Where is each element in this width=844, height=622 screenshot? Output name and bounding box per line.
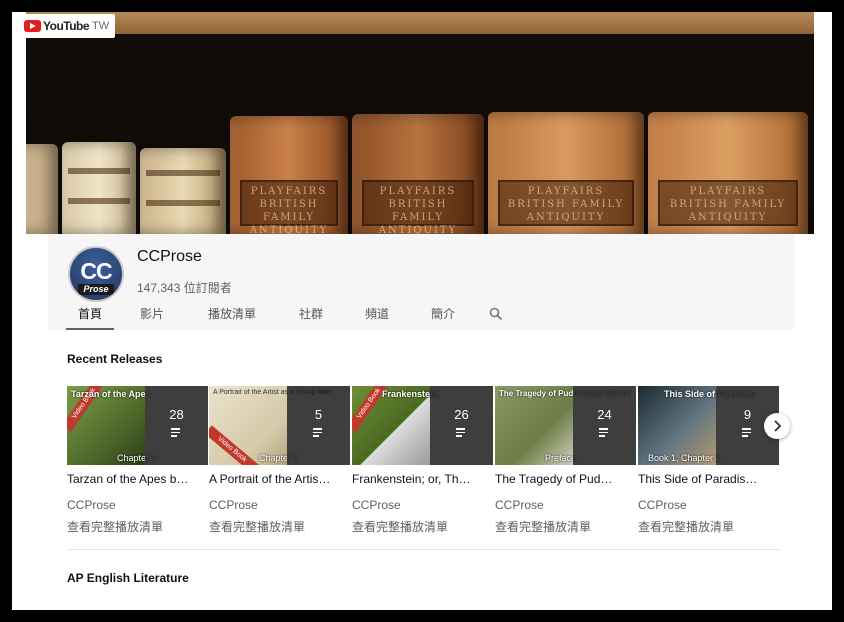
playlist-title[interactable]: A Portrait of the Artis… xyxy=(209,472,333,486)
playlist-card[interactable]: Video Book A Portrait of the Artist as a… xyxy=(209,386,350,535)
tab-about[interactable]: 簡介 xyxy=(431,302,455,330)
section-divider xyxy=(67,549,781,550)
banner-book xyxy=(62,142,136,234)
playlist-card[interactable]: Video Book Frankenstein 26 Frankenstein;… xyxy=(352,386,493,535)
banner-book-label: PLAYFAIRS BRITISH FAMILY ANTIQUITY xyxy=(498,180,634,226)
playlist-overlay: 28 xyxy=(145,386,208,465)
banner-book-label: PLAYFAIRS BRITISH FAMILY ANTIQUITY xyxy=(240,180,338,234)
playlist-title[interactable]: Frankenstein; or, The … xyxy=(352,472,476,486)
view-full-playlist-link[interactable]: 查看完整播放清單 xyxy=(209,518,350,535)
playlist-overlay: 24 xyxy=(573,386,636,465)
playlist-overlay: 5 xyxy=(287,386,350,465)
banner-book xyxy=(26,144,58,234)
avatar-logo-text: CC xyxy=(80,258,112,284)
playlist-thumbnail[interactable]: Video Book Tarzan of the Apes Chapter 1 … xyxy=(67,386,208,465)
banner-book: PLAYFAIRS BRITISH FAMILY ANTIQUITY xyxy=(648,112,808,234)
youtube-wordmark: YouTube xyxy=(43,19,90,33)
playlist-card[interactable]: Video Book Tarzan of the Apes Chapter 1 … xyxy=(67,386,208,535)
playlist-icon xyxy=(599,428,610,437)
tab-playlists[interactable]: 播放清單 xyxy=(208,302,256,330)
playlist-title[interactable]: This Side of Paradise… xyxy=(638,472,762,486)
video-count: 5 xyxy=(314,407,323,422)
playlist-thumbnail[interactable]: Video Book Frankenstein 26 xyxy=(352,386,493,465)
playlist-card[interactable]: The Tragedy of Pudd'nhead Wilson Preface… xyxy=(495,386,636,535)
playlist-channel[interactable]: CCProse xyxy=(352,498,493,512)
avatar[interactable]: CC Prose xyxy=(68,246,124,302)
playlist-card[interactable]: This Side of Paradise Book 1, Chapter 1 … xyxy=(638,386,779,535)
search-icon[interactable] xyxy=(489,302,517,330)
playlist-icon xyxy=(456,428,467,437)
playlist-overlay: 26 xyxy=(430,386,493,465)
section-title[interactable]: Recent Releases xyxy=(67,352,162,366)
playlist-icon xyxy=(171,428,182,437)
view-full-playlist-link[interactable]: 查看完整播放清單 xyxy=(352,518,493,535)
playlist-channel[interactable]: CCProse xyxy=(495,498,636,512)
view-full-playlist-link[interactable]: 查看完整播放清單 xyxy=(67,518,208,535)
avatar-logo-subtext: Prose xyxy=(78,284,114,295)
tab-channels[interactable]: 頻道 xyxy=(365,302,389,330)
video-count: 24 xyxy=(597,407,612,422)
playlist-channel[interactable]: CCProse xyxy=(209,498,350,512)
subscriber-count: 147,343 位訂閱者 xyxy=(137,281,232,295)
channel-tabs: 首頁 影片 播放清單 社群 頻道 簡介 xyxy=(66,302,517,330)
playlist-thumbnail[interactable]: Video Book A Portrait of the Artist as a… xyxy=(209,386,350,465)
section-title[interactable]: AP English Literature xyxy=(67,571,189,585)
thumbnail-caption: Preface xyxy=(545,453,577,463)
channel-header: CC Prose CCProse 147,343 位訂閱者 首頁 影片 播放清單… xyxy=(48,234,794,330)
next-arrow-button[interactable] xyxy=(764,413,790,439)
playlist-icon xyxy=(313,428,324,437)
page-frame: PLAYFAIRS BRITISH FAMILY ANTIQUITY PLAYF… xyxy=(12,12,832,610)
banner-book: PLAYFAIRS BRITISH FAMILY ANTIQUITY xyxy=(488,112,644,234)
view-full-playlist-link[interactable]: 查看完整播放清單 xyxy=(638,518,779,535)
tab-videos[interactable]: 影片 xyxy=(140,302,164,330)
region-code: TW xyxy=(92,20,110,32)
banner-book xyxy=(140,148,226,234)
playlist-title[interactable]: Tarzan of the Apes b… xyxy=(67,472,191,486)
playlist-thumbnail[interactable]: The Tragedy of Pudd'nhead Wilson Preface… xyxy=(495,386,636,465)
banner-book: PLAYFAIRS BRITISH FAMILY ANTIQUITY xyxy=(230,116,348,234)
chevron-right-icon xyxy=(774,420,782,432)
channel-banner: PLAYFAIRS BRITISH FAMILY ANTIQUITY PLAYF… xyxy=(26,12,814,234)
view-full-playlist-link[interactable]: 查看完整播放清單 xyxy=(495,518,636,535)
playlist-channel[interactable]: CCProse xyxy=(638,498,779,512)
playlist-title[interactable]: The Tragedy of Pudd'… xyxy=(495,472,619,486)
playlist-shelf: Video Book Tarzan of the Apes Chapter 1 … xyxy=(67,386,787,546)
play-icon xyxy=(24,20,41,32)
video-count: 28 xyxy=(169,407,184,422)
tab-community[interactable]: 社群 xyxy=(299,302,323,330)
playlist-icon xyxy=(742,428,753,437)
banner-book: PLAYFAIRS BRITISH FAMILY ANTIQUITY xyxy=(352,114,484,234)
banner-book-label: PLAYFAIRS BRITISH FAMILY ANTIQUITY xyxy=(362,180,474,234)
video-count: 26 xyxy=(454,407,469,422)
thumbnail-caption: Book 1, Chapter 1 xyxy=(648,453,721,463)
tab-home[interactable]: 首頁 xyxy=(66,302,114,330)
youtube-logo[interactable]: YouTube TW xyxy=(20,14,116,38)
banner-shelf xyxy=(26,12,814,34)
playlist-channel[interactable]: CCProse xyxy=(67,498,208,512)
banner-book-label: PLAYFAIRS BRITISH FAMILY ANTIQUITY xyxy=(658,180,798,226)
channel-name: CCProse xyxy=(137,248,202,265)
playlist-thumbnail[interactable]: This Side of Paradise Book 1, Chapter 1 … xyxy=(638,386,779,465)
